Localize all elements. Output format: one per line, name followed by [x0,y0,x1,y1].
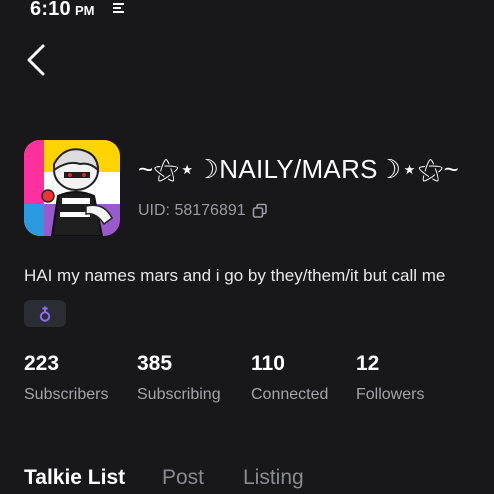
stat-value: 110 [251,352,285,375]
stat-label: Subscribing [137,386,221,403]
tab-talkie-list[interactable]: Talkie List [24,466,125,490]
stat-connected[interactable]: 110 Connected [251,352,328,404]
status-ampm: PM [75,3,95,18]
stat-value: 12 [356,352,380,375]
avatar-image [24,140,120,236]
stat-subscribing[interactable]: 385 Subscribing [137,352,221,404]
stat-subscribers[interactable]: 223 Subscribers [24,352,108,404]
chevron-left-icon [27,44,45,76]
notification-lines-icon [113,3,124,13]
avatar[interactable] [24,140,120,236]
tab-post[interactable]: Post [162,466,204,490]
profile-name: ~⚝⋆☽NAILY/MARS☽⋆⚝~ [138,154,460,184]
stat-label: Connected [251,386,329,403]
stat-value: 385 [137,352,173,375]
stat-followers[interactable]: 12 Followers [356,352,424,404]
back-button[interactable] [18,40,54,80]
copy-icon[interactable] [252,203,268,219]
pronoun-badge[interactable] [24,300,66,327]
pronoun-symbol-icon [39,306,51,322]
stat-value: 223 [24,352,60,375]
stat-label: Subscribers [24,386,109,403]
tab-listing[interactable]: Listing [243,466,304,490]
status-bar: 6:10 PM [0,0,494,24]
stat-label: Followers [356,386,425,403]
uid-text: UID: 58176891 [138,202,246,219]
profile-bio: HAI my names mars and i go by they/them/… [24,266,446,285]
status-time: 6:10 [30,0,71,20]
uid-row: UID: 58176891 [138,201,268,221]
